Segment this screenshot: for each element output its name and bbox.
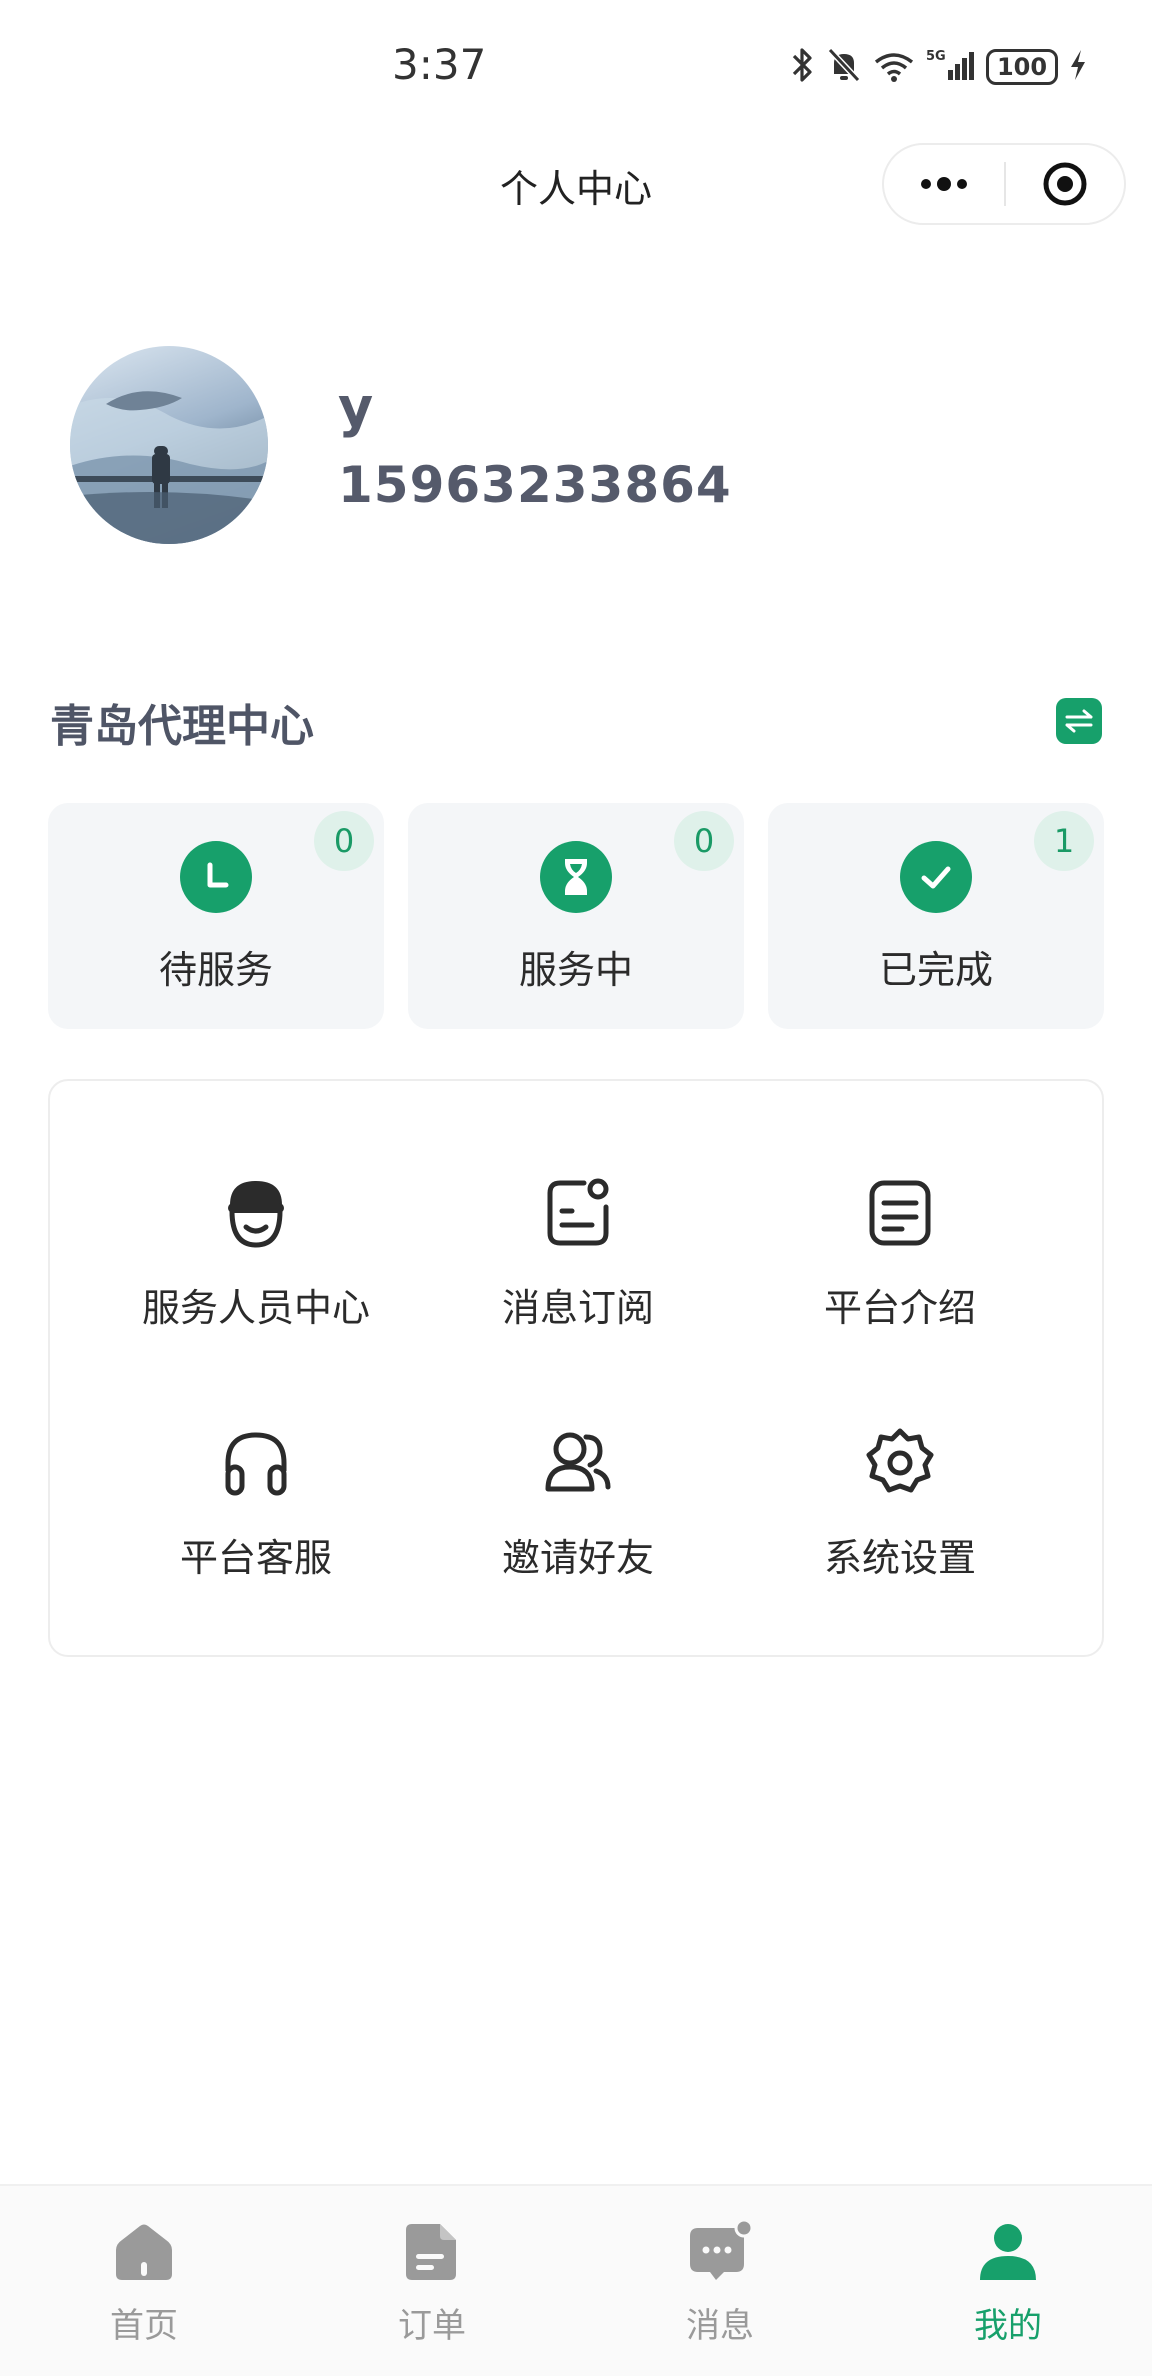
message-icon bbox=[688, 2220, 752, 2284]
user-phone: 15963233864 bbox=[338, 456, 732, 514]
tab-label: 订单 bbox=[398, 2306, 466, 2346]
menu-item-message-subscribe[interactable]: 消息订阅 bbox=[428, 1173, 728, 1373]
status-icons: 5G 100 bbox=[790, 44, 1088, 90]
user-icon bbox=[976, 2220, 1040, 2284]
check-icon bbox=[900, 841, 972, 913]
battery-indicator: 100 bbox=[986, 49, 1058, 85]
status-time: 3:37 bbox=[392, 40, 487, 89]
headset-icon bbox=[216, 1423, 296, 1503]
user-name: y bbox=[338, 376, 374, 439]
menu-label: 服务人员中心 bbox=[141, 1286, 370, 1330]
menu-label: 平台介绍 bbox=[823, 1286, 976, 1330]
menu-item-worker-center[interactable]: 服务人员中心 bbox=[106, 1173, 406, 1373]
document-icon bbox=[860, 1173, 940, 1253]
subscribe-icon bbox=[538, 1173, 618, 1253]
tab-messages[interactable]: 消息 bbox=[576, 2186, 864, 2376]
menu-item-system-settings[interactable]: 系统设置 bbox=[750, 1423, 1050, 1623]
stat-count-badge: 0 bbox=[674, 811, 734, 871]
order-status-row: 待服务 0 服务中 0 已完成 1 bbox=[48, 803, 1104, 1029]
tab-label: 我的 bbox=[974, 2306, 1042, 2346]
clock-icon bbox=[180, 841, 252, 913]
menu-label: 邀请好友 bbox=[501, 1536, 654, 1580]
menu-item-platform-intro[interactable]: 平台介绍 bbox=[750, 1173, 1050, 1373]
switch-icon bbox=[1065, 709, 1093, 733]
status-bar: 3:37 5G 100 bbox=[0, 0, 1152, 130]
function-menu: 服务人员中心 消息订阅 平台介绍 平台客服 邀请好友 系统设置 bbox=[48, 1079, 1104, 1657]
target-icon bbox=[1043, 162, 1087, 206]
mini-program-capsule bbox=[882, 143, 1126, 225]
avatar[interactable] bbox=[70, 346, 268, 544]
close-program-button[interactable] bbox=[1006, 145, 1124, 223]
hourglass-icon bbox=[540, 841, 612, 913]
menu-label: 平台客服 bbox=[179, 1536, 332, 1580]
stat-count-badge: 0 bbox=[314, 811, 374, 871]
worker-icon bbox=[216, 1173, 296, 1253]
tab-orders[interactable]: 订单 bbox=[288, 2186, 576, 2376]
order-icon bbox=[400, 2220, 464, 2284]
stat-label: 待服务 bbox=[158, 948, 273, 992]
tab-bar: 首页 订单 消息 我的 bbox=[0, 2184, 1152, 2376]
tab-label: 消息 bbox=[686, 2306, 754, 2346]
friends-icon bbox=[538, 1423, 618, 1503]
stat-label: 已完成 bbox=[878, 948, 993, 992]
signal-icon: 5G bbox=[926, 46, 976, 88]
mute-icon bbox=[826, 46, 862, 88]
settings-icon bbox=[860, 1423, 940, 1503]
more-button[interactable] bbox=[884, 145, 1004, 223]
center-title: 青岛代理中心 bbox=[50, 701, 314, 752]
menu-label: 系统设置 bbox=[823, 1536, 976, 1580]
bluetooth-icon bbox=[790, 46, 816, 88]
tab-label: 首页 bbox=[110, 2306, 178, 2346]
network-type-text: 5G bbox=[926, 49, 946, 64]
avatar-image bbox=[70, 391, 268, 544]
stat-label: 服务中 bbox=[518, 948, 633, 992]
stat-count-badge: 1 bbox=[1034, 811, 1094, 871]
charging-icon bbox=[1068, 46, 1088, 88]
switch-center-button[interactable] bbox=[1056, 698, 1102, 744]
menu-label: 消息订阅 bbox=[501, 1286, 654, 1330]
home-icon bbox=[112, 2220, 176, 2284]
menu-item-invite-friends[interactable]: 邀请好友 bbox=[428, 1423, 728, 1623]
tab-mine[interactable]: 我的 bbox=[864, 2186, 1152, 2376]
stat-card-completed[interactable]: 已完成 1 bbox=[768, 803, 1104, 1029]
tab-home[interactable]: 首页 bbox=[0, 2186, 288, 2376]
menu-item-customer-service[interactable]: 平台客服 bbox=[106, 1423, 406, 1623]
more-dots-icon bbox=[921, 177, 967, 191]
stat-card-pending[interactable]: 待服务 0 bbox=[48, 803, 384, 1029]
wifi-icon bbox=[872, 46, 916, 88]
stat-card-in-service[interactable]: 服务中 0 bbox=[408, 803, 744, 1029]
